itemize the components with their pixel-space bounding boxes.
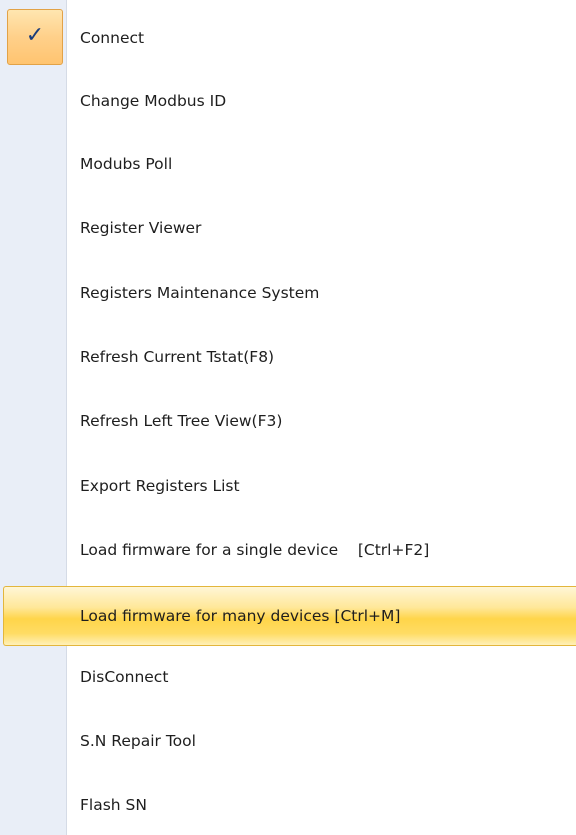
- menu-item-refresh-left-tree-view[interactable]: Refresh Left Tree View(F3): [0, 396, 576, 446]
- menu-item-connect[interactable]: Connect: [0, 13, 576, 63]
- menu-item-load-firmware-many-devices[interactable]: Load firmware for many devices [Ctrl+M]: [3, 586, 576, 646]
- menu-item-load-firmware-single-device[interactable]: Load firmware for a single device [Ctrl+…: [0, 525, 576, 575]
- menu-item-register-viewer[interactable]: Register Viewer: [0, 203, 576, 253]
- menu-item-label: Registers Maintenance System: [80, 284, 320, 302]
- menu-item-label: Refresh Current Tstat(F8): [80, 348, 275, 366]
- menu-item-refresh-current-tstat[interactable]: Refresh Current Tstat(F8): [0, 332, 576, 382]
- menu-item-export-registers-list[interactable]: Export Registers List: [0, 461, 576, 511]
- menu-item-label: Flash SN: [80, 796, 147, 814]
- menu-item-label: Connect: [80, 29, 145, 47]
- menu-item-label: Modubs Poll: [80, 155, 173, 173]
- menu-item-sn-repair-tool[interactable]: S.N Repair Tool: [0, 716, 576, 766]
- menu-item-label: Change Modbus ID: [80, 92, 227, 110]
- context-menu: ✓ Connect Change Modbus ID Modubs Poll R…: [0, 0, 576, 835]
- menu-item-label: S.N Repair Tool: [80, 732, 196, 750]
- menu-item-label: Export Registers List: [80, 477, 240, 495]
- menu-item-label: Refresh Left Tree View(F3): [80, 412, 283, 430]
- menu-item-label: DisConnect: [80, 668, 169, 686]
- menu-item-modbus-poll[interactable]: Modubs Poll: [0, 139, 576, 189]
- menu-item-change-modbus-id[interactable]: Change Modbus ID: [0, 76, 576, 126]
- menu-item-registers-maintenance-system[interactable]: Registers Maintenance System: [0, 268, 576, 318]
- menu-item-disconnect[interactable]: DisConnect: [0, 652, 576, 702]
- menu-item-label: Load firmware for many devices [Ctrl+M]: [80, 607, 401, 625]
- menu-item-flash-sn[interactable]: Flash SN: [0, 780, 576, 830]
- menu-item-label: Load firmware for a single device [Ctrl+…: [80, 541, 430, 559]
- menu-item-label: Register Viewer: [80, 219, 202, 237]
